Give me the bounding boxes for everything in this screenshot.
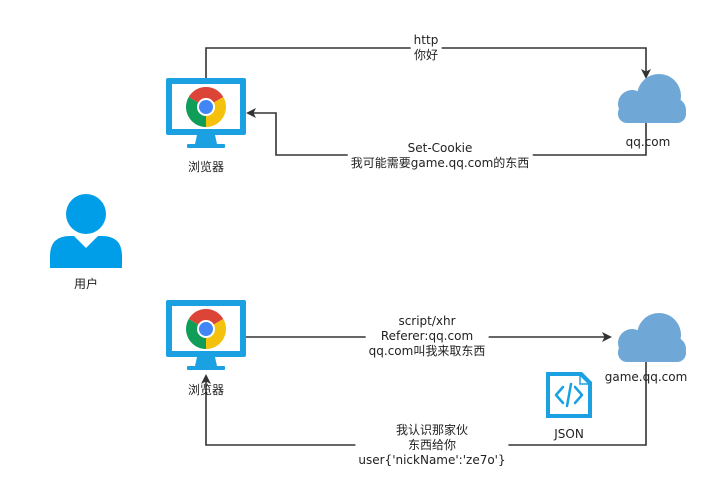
browser-top-label: 浏览器 xyxy=(187,160,225,174)
cloud-qq-icon xyxy=(618,74,686,123)
json-file-icon xyxy=(546,372,592,418)
browser-bottom-label: 浏览器 xyxy=(187,383,225,397)
edge-label-line: script/xhr xyxy=(398,314,456,328)
edge-top-request-label: http 你好 xyxy=(410,33,442,63)
edge-label-line: http xyxy=(413,33,439,47)
edge-label-line: user{'nickName':'ze7o'} xyxy=(358,453,506,467)
browser-top-monitor xyxy=(166,78,246,148)
edge-label-line: Set-Cookie xyxy=(407,141,473,155)
cloud-qq-label: qq.com xyxy=(625,135,671,149)
edge-bottom-response-label: 我认识那家伙 东西给你 user{'nickName':'ze7o'} xyxy=(355,423,509,468)
user-icon xyxy=(50,194,122,268)
browser-bottom-monitor xyxy=(166,300,246,370)
json-label: JSON xyxy=(554,427,584,441)
chrome-icon xyxy=(186,87,226,127)
cloud-game-label: game.qq.com xyxy=(604,370,688,384)
edge-top-response-label: Set-Cookie 我可能需要game.qq.com的东西 xyxy=(347,141,533,171)
user-label: 用户 xyxy=(73,277,99,291)
diagram-canvas xyxy=(50,47,686,446)
edge-label-line: qq.com叫我来取东西 xyxy=(368,344,486,358)
edge-label-line: 你好 xyxy=(413,48,439,62)
edge-label-line: 我认识那家伙 xyxy=(395,423,469,437)
edge-bottom-request-label: script/xhr Referer:qq.com qq.com叫我来取东西 xyxy=(365,314,489,359)
edge-label-line: 东西给你 xyxy=(407,438,457,452)
edge-label-line: 我可能需要game.qq.com的东西 xyxy=(350,156,530,170)
cloud-game-icon xyxy=(618,313,686,362)
edge-label-line: Referer:qq.com xyxy=(380,329,474,343)
chrome-icon xyxy=(186,309,226,349)
